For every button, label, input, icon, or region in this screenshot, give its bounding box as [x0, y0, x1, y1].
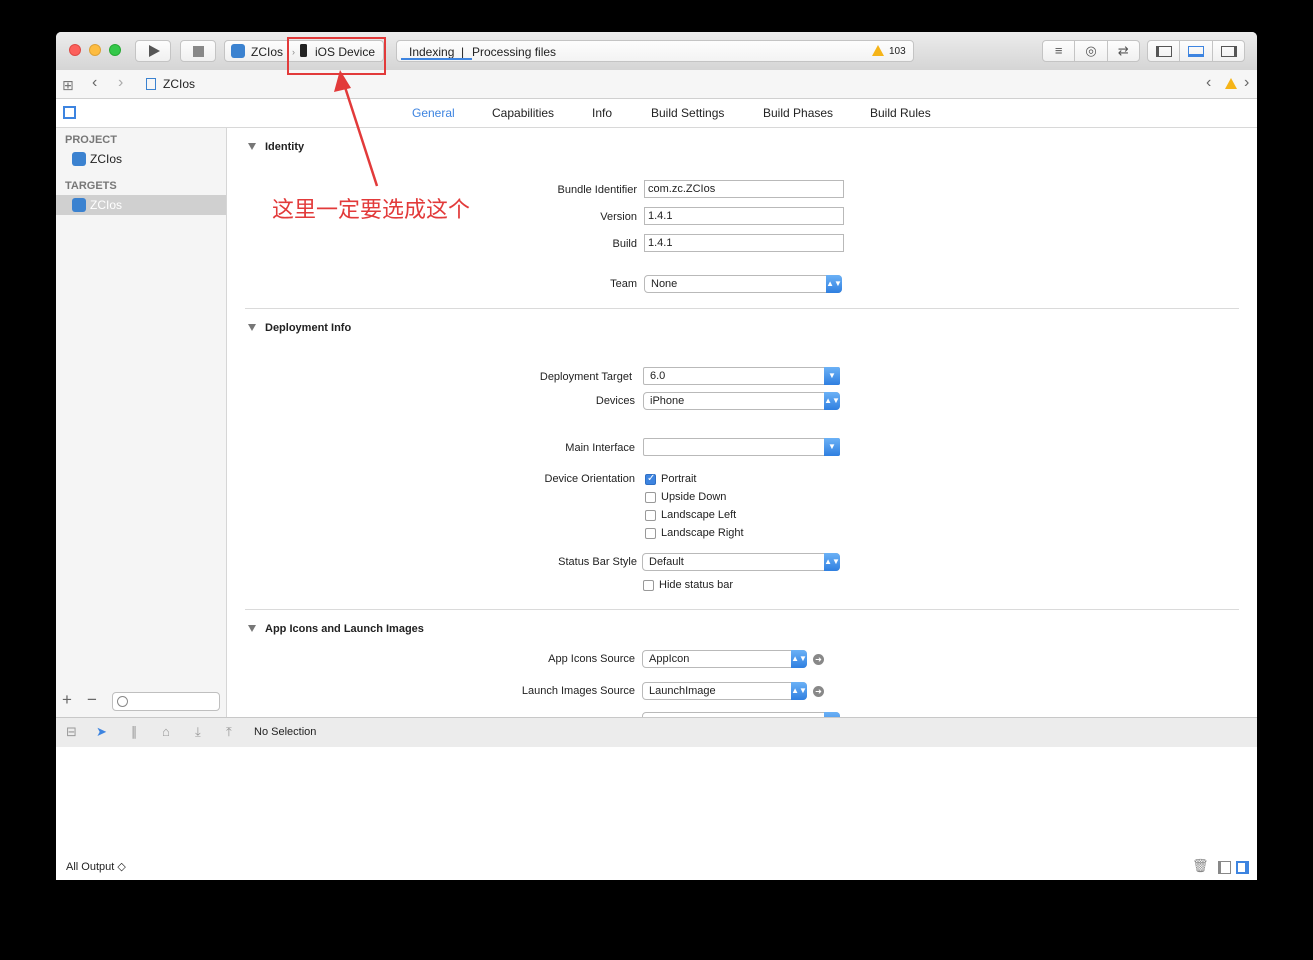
annotation-text: 这里一定要选成这个: [272, 198, 471, 223]
annotation-arrow: [334, 70, 379, 187]
